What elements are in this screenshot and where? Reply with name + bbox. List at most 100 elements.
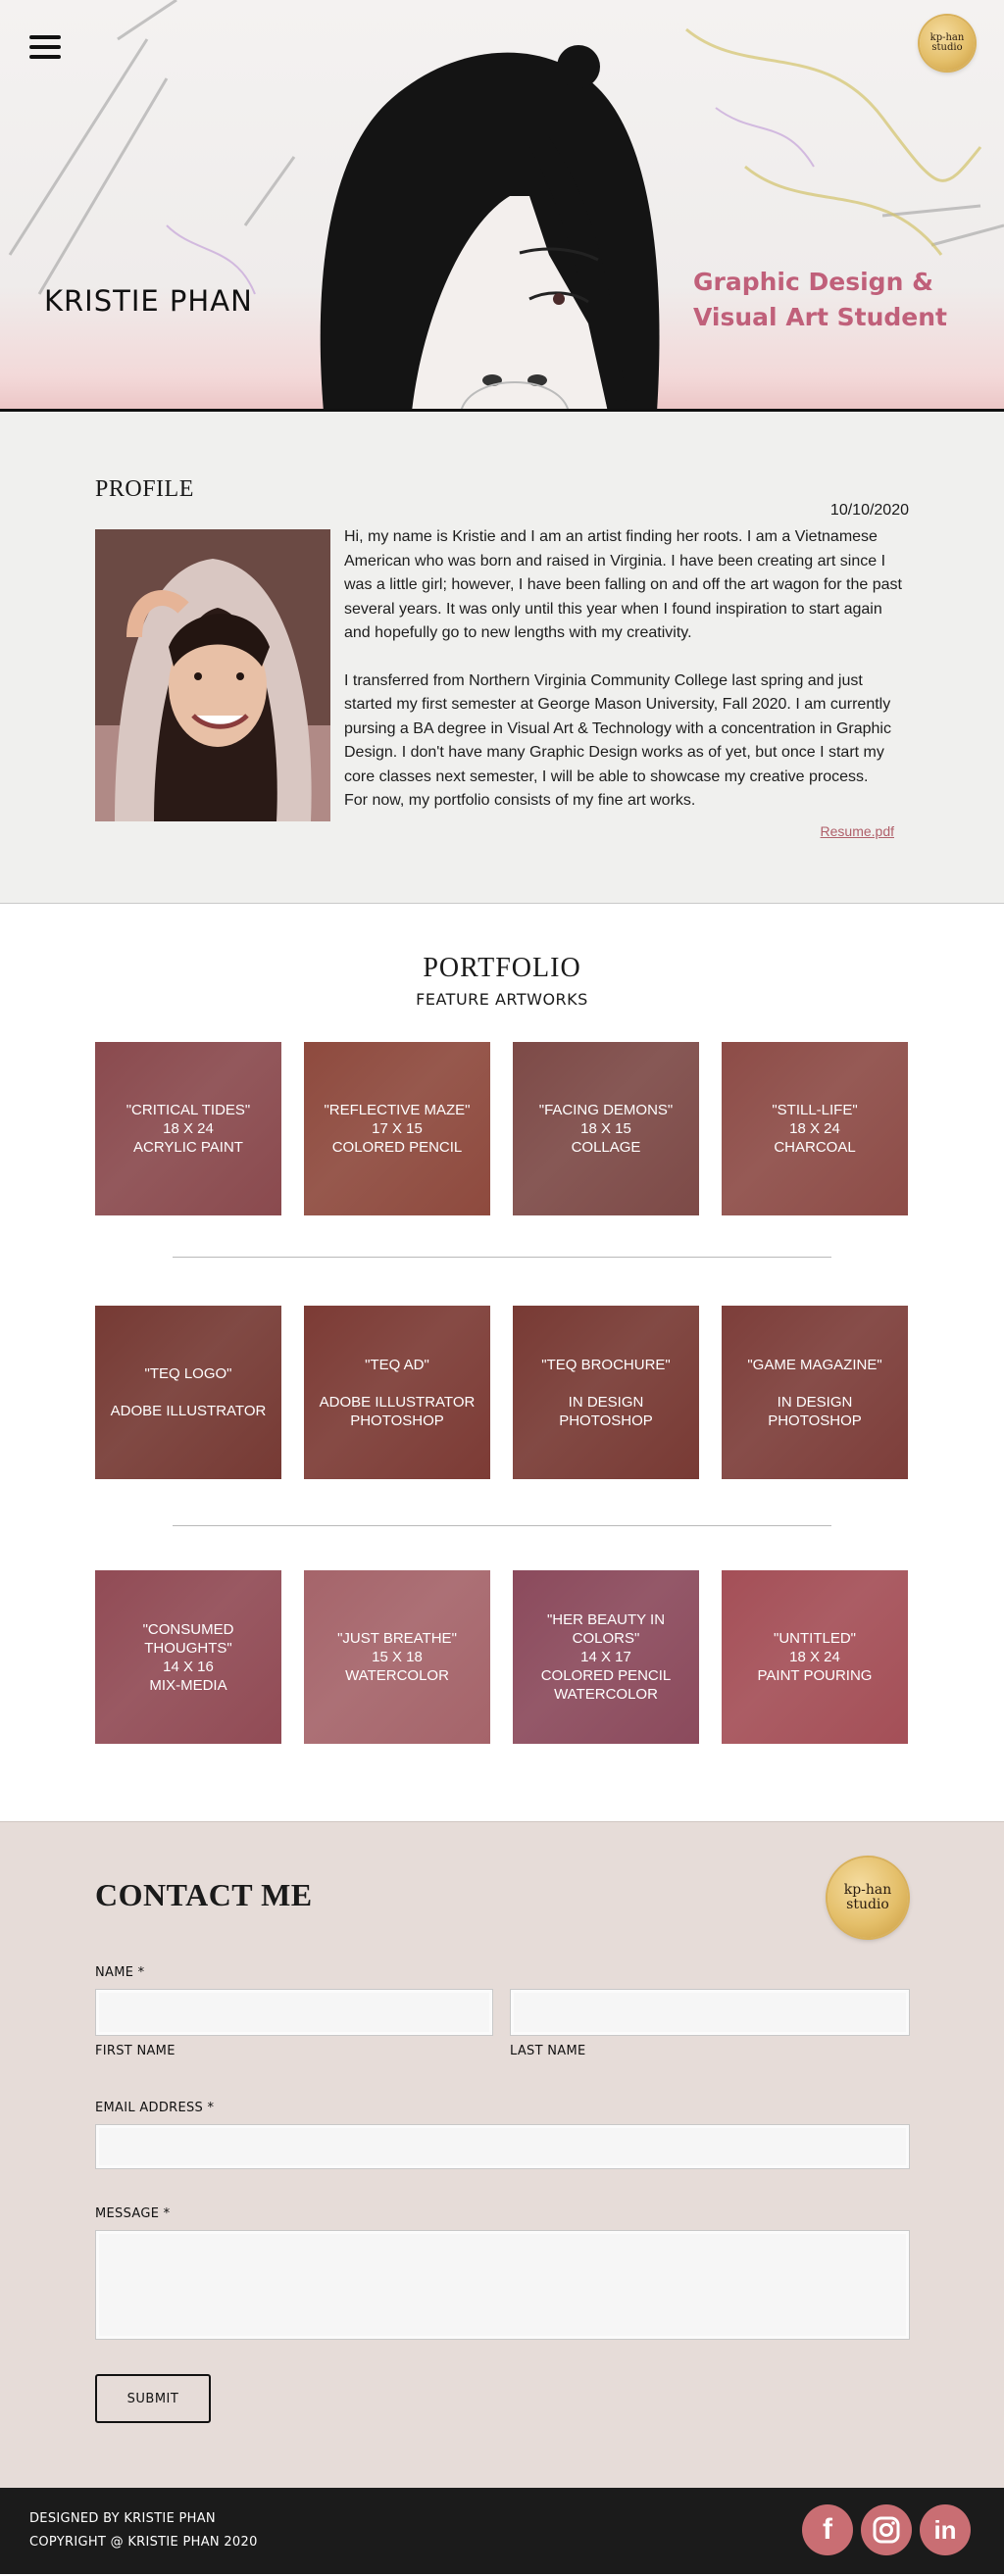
email-label: EMAIL ADDRESS * [95, 2101, 215, 2115]
profile-date: 10/10/2020 [829, 502, 909, 519]
artwork-caption-title: "STILL-LIFE" [772, 1102, 858, 1118]
portfolio-divider [173, 1257, 831, 1258]
artwork-tile[interactable]: "CONSUMED THOUGHTS" 14 X 16 MIX-MEDIA [95, 1570, 281, 1744]
artwork-caption-line2: 18 X 24 [789, 1120, 840, 1137]
artwork-caption-line3: PAINT POURING [757, 1667, 873, 1684]
last-name-field[interactable] [510, 1989, 910, 2036]
artwork-caption-line3: ACRYLIC PAINT [133, 1139, 243, 1156]
hero-illustration [8, 0, 1004, 409]
last-name-label: LAST NAME [510, 2044, 586, 2058]
instagram-icon[interactable] [861, 2504, 912, 2555]
profile-heading: PROFILE [95, 476, 194, 502]
artwork-caption: "TEQ AD" ADOBE ILLUSTRATOR PHOTOSHOP [304, 1306, 490, 1479]
email-field[interactable] [95, 2124, 910, 2169]
artwork-tile[interactable]: "REFLECTIVE MAZE" 17 X 15 COLORED PENCIL [304, 1042, 490, 1215]
artwork-tile[interactable]: "TEQ BROCHURE" IN DESIGN PHOTOSHOP [513, 1306, 699, 1479]
artwork-caption: "REFLECTIVE MAZE" 17 X 15 COLORED PENCIL [304, 1042, 490, 1215]
profile-section: PROFILE 10/10/2020 Hi, my name is Kristi… [0, 412, 1004, 904]
bio-paragraph-3: For now, my portfolio consists of my fin… [344, 792, 696, 809]
artwork-caption-line3: COLLAGE [571, 1139, 641, 1156]
linkedin-glyph: in [933, 2515, 957, 2545]
logo-line-2: studio [931, 42, 963, 53]
artwork-tile[interactable]: "GAME MAGAZINE" IN DESIGN PHOTOSHOP [722, 1306, 908, 1479]
artwork-caption: "CRITICAL TIDES" 18 X 24 ACRYLIC PAINT [95, 1042, 281, 1215]
email-input[interactable] [96, 2125, 909, 2168]
logo-badge[interactable]: kp-han studio [920, 16, 975, 71]
artwork-caption: "STILL-LIFE" 18 X 24 CHARCOAL [722, 1042, 908, 1215]
profile-bio: Hi, my name is Kristie and I am an artis… [344, 525, 908, 814]
artwork-caption-line2: 18 X 24 [789, 1649, 840, 1665]
artwork-caption-title: "TEQ BROCHURE" [541, 1356, 671, 1373]
artwork-caption: "FACING DEMONS" 18 X 15 COLLAGE [513, 1042, 699, 1215]
artwork-tile[interactable]: "UNTITLED" 18 X 24 PAINT POURING [722, 1570, 908, 1744]
artwork-caption-line2: 17 X 15 [372, 1120, 423, 1137]
facebook-icon[interactable]: f [802, 2504, 853, 2555]
resume-link[interactable]: Resume.pdf [821, 823, 894, 839]
tagline-line-2: Visual Art Student [693, 303, 947, 331]
copyright-text: COPYRIGHT @ KRISTIE PHAN 2020 [29, 2535, 258, 2550]
name-label: NAME * [95, 1965, 145, 1980]
bio-paragraph-2: I transferred from Northern Virginia Com… [344, 671, 891, 785]
artwork-caption-line2: 14 X 16 [163, 1658, 214, 1675]
artwork-tile[interactable]: "CRITICAL TIDES" 18 X 24 ACRYLIC PAINT [95, 1042, 281, 1215]
artwork-caption-line2: 18 X 24 [163, 1120, 214, 1137]
artwork-caption-title: "CRITICAL TIDES" [126, 1102, 251, 1118]
artwork-caption-line3: COLORED PENCIL [331, 1139, 463, 1156]
profile-photo [95, 529, 330, 821]
artwork-caption-line3: IN DESIGN [777, 1393, 853, 1411]
first-name-input[interactable] [96, 1990, 492, 2035]
portfolio-divider [173, 1525, 831, 1526]
artwork-caption-line3: IN DESIGN [568, 1393, 644, 1411]
artwork-caption: "CONSUMED THOUGHTS" 14 X 16 MIX-MEDIA [95, 1570, 281, 1744]
footer: DESIGNED BY KRISTIE PHAN COPYRIGHT @ KRI… [0, 2488, 1004, 2574]
bio-paragraph-1: Hi, my name is Kristie and I am an artis… [344, 528, 902, 641]
tagline-line-1: Graphic Design & [693, 268, 933, 296]
designed-by-text: DESIGNED BY KRISTIE PHAN [29, 2511, 216, 2526]
artwork-caption-line4: PHOTOSHOP [559, 1412, 653, 1429]
portfolio-section: PORTFOLIO FEATURE ARTWORKS "CRITICAL TID… [0, 904, 1004, 1821]
portfolio-subheading: FEATURE ARTWORKS [416, 990, 588, 1009]
artwork-caption-line3: ADOBE ILLUSTRATOR [110, 1403, 267, 1419]
instagram-glyph [873, 2516, 900, 2544]
message-textarea[interactable] [96, 2231, 909, 2339]
artwork-caption-title: "JUST BREATHE" [337, 1630, 457, 1647]
artwork-caption-title: "REFLECTIVE MAZE" [324, 1102, 471, 1118]
artwork-caption-line4: WATERCOLOR [554, 1686, 658, 1703]
artwork-caption-line3: MIX-MEDIA [149, 1676, 227, 1694]
artwork-caption-line3: COLORED PENCIL [540, 1667, 672, 1684]
artwork-caption-title: "HER BEAUTY IN COLORS" [546, 1611, 666, 1647]
facebook-glyph: f [823, 2513, 832, 2546]
artwork-caption: "TEQ LOGO" ADOBE ILLUSTRATOR [95, 1306, 281, 1479]
logo-line-2: studio [846, 1897, 889, 1912]
artwork-caption-title: "FACING DEMONS" [538, 1102, 674, 1118]
artwork-tile[interactable]: "STILL-LIFE" 18 X 24 CHARCOAL [722, 1042, 908, 1215]
contact-logo-badge: kp-han studio [828, 1858, 908, 1938]
artwork-caption-line4: PHOTOSHOP [350, 1412, 444, 1429]
artwork-tile[interactable]: "JUST BREATHE" 15 X 18 WATERCOLOR [304, 1570, 490, 1744]
artwork-caption: "UNTITLED" 18 X 24 PAINT POURING [722, 1570, 908, 1744]
artwork-caption-title: "GAME MAGAZINE" [747, 1356, 882, 1373]
hero-tagline: Graphic Design & Visual Art Student [693, 265, 947, 335]
artwork-caption-line3: WATERCOLOR [345, 1667, 449, 1684]
artwork-tile[interactable]: "FACING DEMONS" 18 X 15 COLLAGE [513, 1042, 699, 1215]
hero-name: KRISTIE PHAN [44, 284, 253, 318]
first-name-field[interactable] [95, 1989, 493, 2036]
logo-line-1: kp-han [843, 1882, 892, 1899]
artwork-tile[interactable]: "TEQ LOGO" ADOBE ILLUSTRATOR [95, 1306, 281, 1479]
contact-heading: CONTACT ME [95, 1877, 313, 1912]
linkedin-icon[interactable]: in [920, 2504, 971, 2555]
hero-banner: kp-han studio KRISTIE PHAN Graphic Desig… [0, 0, 1004, 412]
hamburger-menu-icon[interactable] [29, 35, 61, 59]
artwork-caption-line3: CHARCOAL [774, 1139, 856, 1156]
artwork-caption-title: "UNTITLED" [774, 1630, 856, 1647]
submit-button[interactable]: SUBMIT [95, 2374, 211, 2423]
artwork-caption-title: "TEQ AD" [365, 1356, 429, 1373]
artwork-tile[interactable]: "TEQ AD" ADOBE ILLUSTRATOR PHOTOSHOP [304, 1306, 490, 1479]
artwork-caption: "GAME MAGAZINE" IN DESIGN PHOTOSHOP [722, 1306, 908, 1479]
artwork-caption-line2: 15 X 18 [372, 1649, 423, 1665]
last-name-input[interactable] [511, 1990, 909, 2035]
message-field[interactable] [95, 2230, 910, 2340]
artwork-tile[interactable]: "HER BEAUTY IN COLORS" 14 X 17 COLORED PEN… [513, 1570, 699, 1744]
artwork-caption-title: "CONSUMED THOUGHTS" [142, 1620, 234, 1657]
artwork-caption-title: "TEQ LOGO" [144, 1365, 232, 1382]
